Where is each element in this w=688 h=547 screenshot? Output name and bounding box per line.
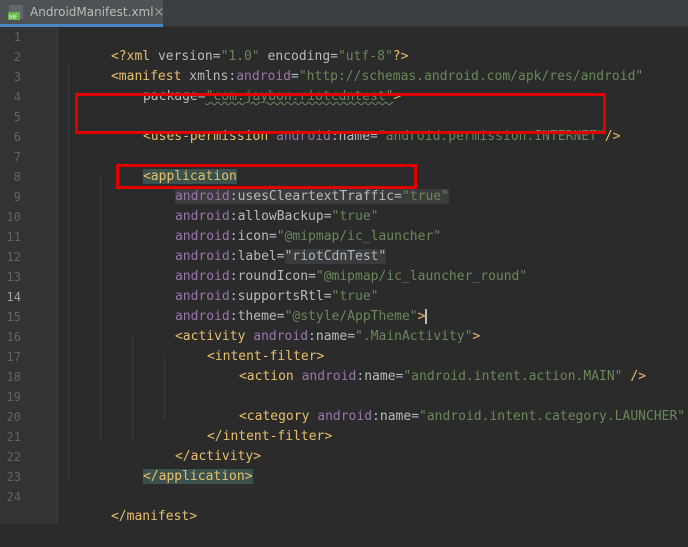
code-line-19: <category android:name="android.intent.c… [192, 387, 688, 424]
code-line-12: android:roundIcon="@mipmap/ic_launcher_r… [128, 247, 527, 284]
code-line-16: <intent-filter> [160, 327, 324, 364]
line-number: 19 [6, 390, 21, 404]
line-number-gutter: 1 2 3 4 5 6 7 8 9 10 11 12 13 14 15 16 17 18 19 20 21 22 23 24 [0, 27, 58, 524]
tag-application-close: </application> [142, 469, 253, 484]
code-line-9: android:allowBackup="true" [128, 187, 379, 224]
code-line-24: </manifest> [64, 487, 197, 524]
line-number: 2 [13, 50, 21, 64]
equals: = [369, 129, 378, 144]
tag-manifest-close: </manifest> [110, 509, 198, 524]
code-line-7: <application [96, 147, 237, 184]
colon: : [330, 129, 339, 144]
code-line-21: </activity> [128, 427, 261, 464]
colon: : [372, 409, 380, 424]
code-line-1: <?xml version="1.0" encoding="utf-8"?> [64, 27, 408, 64]
line-number: 20 [6, 410, 21, 424]
tag-close-bracket: > [393, 89, 402, 104]
close-icon[interactable]: × [154, 5, 165, 20]
line-number: 11 [6, 230, 21, 244]
code-line-14: android:theme="@style/AppTheme"> [128, 287, 428, 324]
line-number: 4 [13, 90, 21, 104]
line-number: 14 [6, 290, 21, 304]
line-number: 5 [13, 110, 21, 124]
code-line-15: <activity android:name=".MainActivity"> [128, 307, 480, 344]
line-number: 22 [6, 450, 21, 464]
indent-guide [68, 65, 70, 482]
attr-name: name [338, 129, 370, 144]
tag-self-close: /> [604, 129, 621, 144]
code-line-22: </application> [96, 447, 253, 484]
code-line-17: <action android:name="android.intent.act… [192, 347, 646, 384]
code-line-13: android:supportsRtl="true" [128, 267, 379, 304]
code-line-2: <manifest xmlns:android="http://schemas.… [64, 47, 643, 84]
namespace-android: android [301, 369, 357, 384]
code-line-11: android:label="riotCdnTest" [128, 227, 387, 264]
code-line-5: <uses-permission android:name="android.p… [96, 107, 620, 144]
equals: = [197, 89, 206, 104]
line-number: 13 [6, 270, 21, 284]
tag-uses-permission: <uses-permission [142, 129, 277, 144]
value-action-main: "android.intent.action.MAIN" [403, 369, 623, 384]
value-category-launcher: "android.intent.category.LAUNCHER" [419, 409, 686, 424]
equals: = [394, 189, 402, 204]
tag-close-bracket: > [472, 329, 481, 344]
code-area[interactable]: <?xml version="1.0" encoding="utf-8"?> <… [58, 27, 688, 524]
line-number: 1 [13, 30, 21, 44]
code-line-10: android:icon="@mipmap/ic_launcher" [128, 207, 441, 244]
line-number: 16 [6, 330, 21, 344]
line-number: 3 [13, 70, 21, 84]
equals: = [347, 329, 356, 344]
code-line-3: package="com.jaybon.riotcdntest"> [96, 67, 401, 104]
code-editor[interactable]: 1 2 3 4 5 6 7 8 9 10 11 12 13 14 15 16 17 18 19 20 21 22 23 24 … [0, 27, 688, 524]
line-number: 12 [6, 250, 21, 264]
line-number: 10 [6, 210, 21, 224]
value-true: "true" [401, 189, 449, 204]
code-line-8: android:usesCleartextTraffic="true" [128, 167, 449, 204]
attr-name: name [364, 369, 396, 384]
line-number: 18 [6, 370, 21, 384]
code-line-20: </intent-filter> [160, 407, 332, 444]
value-permission-internet: "android.permission.INTERNET" [377, 129, 605, 144]
line-number: 6 [13, 130, 21, 144]
tag-self-close: /> [622, 369, 646, 384]
line-number: 15 [6, 310, 21, 324]
namespace-android: android [276, 129, 331, 144]
line-number: 21 [6, 430, 21, 444]
line-number: 8 [13, 170, 21, 184]
attr-name: name [379, 409, 412, 424]
tag-action: <action [238, 369, 302, 384]
tab-androidmanifest-xml[interactable]: MF AndroidManifest.xml × [0, 0, 165, 27]
tab-title: AndroidManifest.xml [30, 5, 154, 19]
svg-text:MF: MF [9, 14, 18, 20]
attr-package: package [142, 89, 198, 104]
xml-manifest-file-icon: MF [8, 4, 24, 20]
value-package: "com.jaybon.riotcdntest" [205, 89, 394, 104]
equals: = [411, 409, 420, 424]
value-main-activity: ".MainActivity" [355, 329, 473, 344]
editor-tab-bar: MF AndroidManifest.xml × [0, 0, 688, 27]
line-number: 7 [13, 150, 21, 164]
line-number: 24 [6, 490, 21, 504]
line-number: 9 [13, 190, 21, 204]
line-number: 23 [6, 470, 21, 484]
indent-guide [100, 175, 102, 442]
line-number: 17 [6, 350, 21, 364]
